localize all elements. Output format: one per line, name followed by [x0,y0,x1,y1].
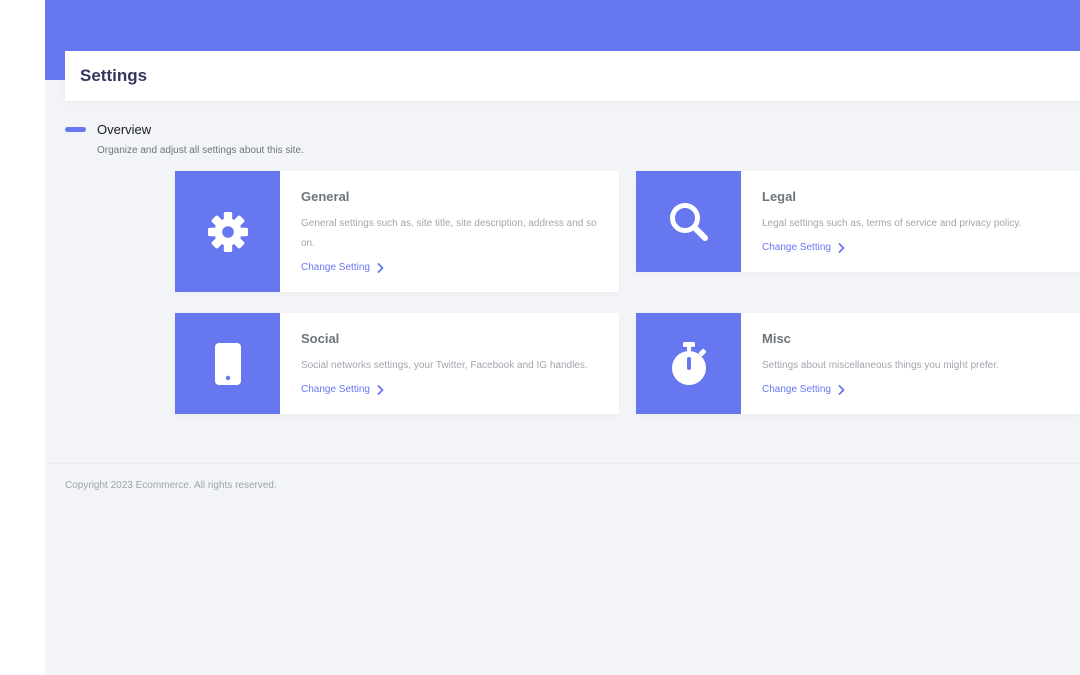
change-setting-label: Change Setting [762,384,831,395]
chevron-right-icon [377,384,384,395]
footer-divider [45,463,1080,464]
card-icon-box-legal [636,171,741,272]
section-header: Settings [65,51,1080,101]
chevron-right-icon [838,384,845,395]
overview-title: Overview [97,122,152,137]
change-setting-link-social[interactable]: Change Setting [301,384,384,395]
card-description-legal: Legal settings such as, terms of service… [762,218,1022,229]
change-setting-label: Change Setting [301,262,370,273]
page-title: Settings [80,66,148,85]
overview-description: Organize and adjust all settings about t… [97,145,304,156]
settings-card-misc: Misc Settings about miscellaneous things… [636,313,1080,414]
stopwatch-icon [671,341,706,385]
card-description-social: Social networks settings, your Twitter, … [301,360,588,371]
card-body-social: Social Social networks settings, your Tw… [280,313,619,414]
change-setting-label: Change Setting [301,384,370,395]
card-title-social: Social [301,331,340,346]
card-title-misc: Misc [762,331,791,346]
chevron-right-icon [377,262,384,273]
main-content: Settings Overview Organize and adjust al… [45,0,1080,675]
card-description-general: General settings such as, site title, si… [301,218,597,249]
settings-card-social: Social Social networks settings, your Tw… [175,313,619,414]
mobile-phone-icon [214,342,241,385]
sidebar [0,0,45,675]
gear-icon [207,211,248,252]
change-setting-link-misc[interactable]: Change Setting [762,384,845,395]
card-body-misc: Misc Settings about miscellaneous things… [741,313,1080,414]
settings-card-general: General General settings such as, site t… [175,171,619,292]
change-setting-link-general[interactable]: Change Setting [301,262,384,273]
card-icon-box-social [175,313,280,414]
settings-card-legal: Legal Legal settings such as, terms of s… [636,171,1080,272]
change-setting-link-legal[interactable]: Change Setting [762,242,845,253]
card-description-misc: Settings about miscellaneous things you … [762,360,999,371]
card-body-general: General General settings such as, site t… [280,171,619,292]
card-title-general: General [301,189,350,204]
overview-accent-bar [65,127,86,132]
search-icon [669,202,708,241]
card-icon-box-misc [636,313,741,414]
change-setting-label: Change Setting [762,242,831,253]
chevron-right-icon [838,242,845,253]
card-title-legal: Legal [762,189,796,204]
card-icon-box-general [175,171,280,292]
footer-copyright: Copyright 2023 Ecommerce. All rights res… [65,480,277,491]
card-body-legal: Legal Legal settings such as, terms of s… [741,171,1080,272]
